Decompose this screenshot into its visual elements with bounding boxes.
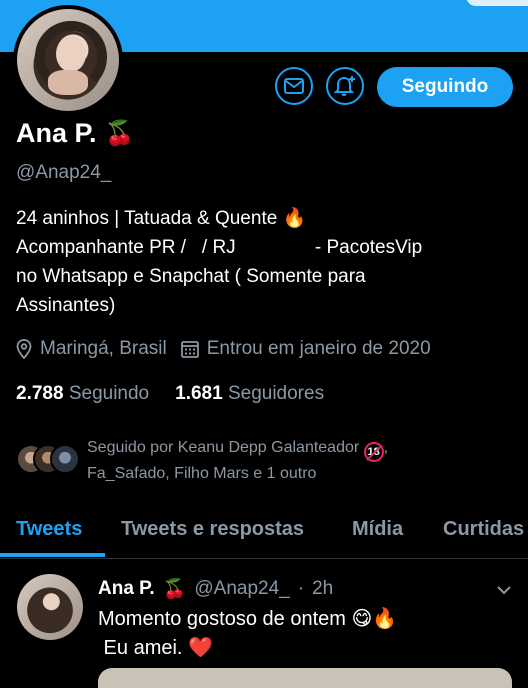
followed-by-line2: Fa_Safado, Filho Mars e 1 outro: [87, 465, 317, 482]
following-button[interactable]: Seguindo: [377, 67, 513, 107]
avatar-hand: [47, 70, 89, 95]
banner-decoration: [466, 0, 528, 6]
tweet-header: Ana P. 🍒 @Anap24_ · 2h: [98, 577, 333, 601]
tab-tweets[interactable]: Tweets: [16, 518, 82, 541]
message-button[interactable]: [275, 67, 313, 105]
profile-location: Maringá, Brasil: [40, 338, 167, 359]
chevron-down-icon: [497, 586, 511, 595]
tweet-menu-button[interactable]: [496, 582, 512, 600]
location-icon: [16, 339, 32, 359]
calendar-icon: [180, 340, 199, 358]
followed-by-line1: Seguido por Keanu Depp Galanteador: [87, 439, 360, 456]
following-link[interactable]: 2.788 Seguindo: [16, 383, 149, 405]
tab-media[interactable]: Mídia: [352, 518, 403, 541]
tab-tweets-replies[interactable]: Tweets e respostas: [121, 518, 304, 541]
following-count: 2.788: [16, 383, 64, 404]
active-tab-indicator: [0, 553, 105, 557]
tweet-time[interactable]: 2h: [312, 578, 333, 600]
tweet-line: Momento gostoso de ontem 😋🔥: [98, 608, 398, 630]
tweet-text: Momento gostoso de ontem 😋🔥 Eu amei. ❤️: [98, 605, 397, 663]
profile-avatar[interactable]: [13, 5, 123, 115]
bio-line: 24 aninhos | Tatuada & Quente 🔥: [16, 208, 307, 229]
followed-by-comma: ,: [383, 439, 389, 456]
tweet-line: Eu amei. ❤️: [98, 637, 213, 659]
profile-joined: Entrou em janeiro de 2020: [206, 338, 431, 359]
tweet-media[interactable]: [98, 668, 512, 688]
profile-bio: 24 aninhos | Tatuada & Quente 🔥 Acompanh…: [16, 204, 521, 320]
following-label: Seguindo: [68, 383, 150, 404]
tweet-separator: ·: [297, 578, 305, 599]
tweet-author-avatar[interactable]: [17, 574, 83, 640]
followers-link[interactable]: 1.681 Seguidores: [175, 383, 324, 405]
tab-likes[interactable]: Curtidas: [443, 518, 524, 541]
tweet-author-handle[interactable]: @Anap24_: [194, 578, 289, 600]
adult-badge: 18: [363, 442, 384, 462]
follower-avatar: [50, 444, 80, 474]
followers-label: Seguidores: [227, 383, 325, 404]
bio-line: Assinantes): [16, 295, 116, 316]
bell-plus-icon: [333, 76, 355, 96]
avatar-image: [17, 9, 119, 111]
profile-tabs: Tweets Tweets e respostas Mídia Curtidas: [0, 506, 528, 559]
bio-line: no Whatsapp e Snapchat ( Somente para: [16, 266, 366, 287]
tweet-author-name[interactable]: Ana P.: [98, 578, 155, 600]
notifications-button[interactable]: [326, 67, 364, 105]
profile-name-row: Ana P. 🍒: [16, 118, 134, 149]
followed-by-text: Seguido por Keanu Depp Galanteador 18, F…: [87, 436, 517, 486]
profile-meta: Maringá, Brasil Entrou em janeiro de 202…: [16, 338, 431, 360]
profile-name-emoji: 🍒: [104, 120, 135, 147]
profile-counts: 2.788 Seguindo 1.681 Seguidores: [16, 383, 324, 405]
profile-handle: @Anap24_: [16, 162, 112, 183]
followers-count: 1.681: [175, 383, 223, 404]
mail-icon: [284, 78, 304, 94]
profile-name: Ana P.: [16, 118, 97, 148]
tweet-author-emoji: 🍒: [162, 579, 187, 600]
bio-line: Acompanhante PR / / RJ - PacotesVip: [16, 237, 423, 258]
